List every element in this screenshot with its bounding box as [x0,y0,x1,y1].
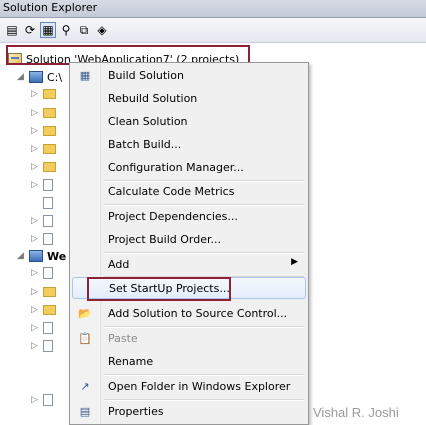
project-node-2[interactable]: ◢ We [16,248,66,264]
menu-item-calculate-code-metrics[interactable]: Calculate Code Metrics [72,180,306,202]
expand-arrow-icon[interactable]: ▷ [30,287,39,297]
expand-arrow-icon[interactable]: ▷ [30,395,39,405]
expand-arrow-icon[interactable]: ▷ [30,341,39,351]
collapse-arrow-icon[interactable]: ◢ [16,251,25,261]
file-icon [43,233,53,245]
file-icon [43,179,53,191]
solution-explorer-titlebar: Solution Explorer [0,0,426,18]
tree-item[interactable]: ▷ [30,338,53,354]
menu-item-label: Clean Solution [108,114,188,128]
menu-item-label: Add Solution to Source Control... [108,306,288,320]
menu-item-clean-solution[interactable]: Clean Solution [72,110,306,132]
menu-item-label: Batch Build... [108,137,182,151]
menu-item-properties[interactable]: ▤ Properties [72,400,306,422]
folder-icon [43,287,56,297]
folder-icon [43,305,56,315]
expand-arrow-icon[interactable]: ▷ [30,323,39,333]
properties-icon[interactable]: ▤ [4,22,20,38]
expand-arrow-icon[interactable]: ▷ [30,216,39,226]
view-code-icon[interactable]: ⚲ [58,22,74,38]
menu-item-label: Project Build Order... [108,232,221,246]
expand-arrow-icon[interactable]: ▷ [30,162,39,172]
expand-arrow-icon[interactable]: ▷ [30,180,39,190]
tree-item[interactable]: ▷ [30,105,56,121]
folder-icon [43,162,56,172]
menu-item-label: Paste [108,331,138,345]
tree-item[interactable] [43,195,53,211]
menu-item-label: Rename [108,354,154,368]
menu-item-batch-build[interactable]: Batch Build... [72,133,306,155]
web-project-icon [29,250,43,262]
tree-item[interactable]: ▷ [30,141,56,157]
menu-item-label: Rebuild Solution [108,91,198,105]
menu-item-paste[interactable]: 📋 Paste [72,327,306,349]
menu-item-label: Add [108,257,130,271]
expand-arrow-icon[interactable]: ▷ [30,126,39,136]
menu-item-rebuild-solution[interactable]: Rebuild Solution [72,87,306,109]
view-designer-icon[interactable]: ⧉ [76,22,92,38]
file-icon [43,267,53,279]
menu-item-rename[interactable]: Rename [72,350,306,372]
folder-icon [43,126,56,136]
tree-item[interactable]: ▷ [30,302,56,318]
menu-item-build-solution[interactable]: ▦ Build Solution [72,64,306,86]
tree-item[interactable]: ▷ [30,265,53,281]
tree-item[interactable]: ▷ [30,213,53,229]
menu-item-label: Build Solution [108,68,184,82]
expand-arrow-icon[interactable]: ▷ [30,268,39,278]
refresh-icon[interactable]: ⟳ [22,22,38,38]
file-icon [43,394,53,406]
expand-arrow-icon[interactable]: ▷ [30,234,39,244]
menu-item-configuration-manager[interactable]: Configuration Manager... [72,156,306,178]
project-1-label: C:\ [47,70,63,84]
folder-icon [43,89,56,99]
source-control-icon: 📂 [78,306,92,320]
expand-arrow-icon[interactable]: ▷ [30,89,39,99]
menu-item-label: Configuration Manager... [108,160,244,174]
window-title: Solution Explorer [3,1,98,14]
menu-item-add-solution-to-source-control[interactable]: 📂 Add Solution to Source Control... [72,302,306,324]
menu-item-project-build-order[interactable]: Project Build Order... [72,228,306,250]
tree-item[interactable]: ▷ [30,159,56,175]
file-icon [43,197,53,209]
solution-explorer-toolbar: ▤ ⟳ ▦ ⚲ ⧉ ◈ [0,18,426,43]
tree-item[interactable]: ▷ [30,231,53,247]
expand-arrow-icon[interactable]: ▷ [30,108,39,118]
paste-icon: 📋 [78,331,92,345]
open-folder-icon: ↗ [80,379,90,393]
context-menu: ▦ Build Solution Rebuild Solution Clean … [69,62,309,425]
project-2-label: We [47,249,67,263]
menu-item-add[interactable]: Add ▶ [72,253,306,275]
expand-arrow-icon[interactable]: ▷ [30,305,39,315]
file-icon [43,340,53,352]
build-icon: ▦ [79,68,91,82]
properties-icon: ▤ [79,404,91,418]
menu-item-label: Calculate Code Metrics [108,184,235,198]
website-project-icon [29,71,43,83]
menu-item-label: Properties [108,404,164,418]
submenu-arrow-icon: ▶ [291,257,298,267]
menu-item-label: Project Dependencies... [108,209,238,223]
tree-item[interactable]: ▷ [30,123,56,139]
file-icon [43,215,53,227]
startup-highlight-annotation [87,277,231,301]
collapse-arrow-icon[interactable]: ◢ [16,72,25,82]
folder-icon [43,144,56,154]
tree-item[interactable]: ▷ [30,86,56,102]
menu-item-label: Open Folder in Windows Explorer [108,379,291,393]
watermark: Vishal R. Joshi [313,405,399,420]
tree-item[interactable]: ▷ [30,392,53,408]
class-diagram-icon[interactable]: ◈ [94,22,110,38]
tree-item[interactable]: ▷ [30,284,56,300]
tree-item[interactable]: ▷ [30,177,53,193]
file-icon [43,322,53,334]
project-node-1[interactable]: ◢ C:\ [16,69,62,85]
folder-icon [43,108,56,118]
show-all-files-icon[interactable]: ▦ [40,22,56,38]
tree-item[interactable]: ▷ [30,320,53,336]
menu-item-open-folder-in-windows-explorer[interactable]: ↗ Open Folder in Windows Explorer [72,375,306,397]
menu-item-project-dependencies[interactable]: Project Dependencies... [72,205,306,227]
expand-arrow-icon[interactable]: ▷ [30,144,39,154]
